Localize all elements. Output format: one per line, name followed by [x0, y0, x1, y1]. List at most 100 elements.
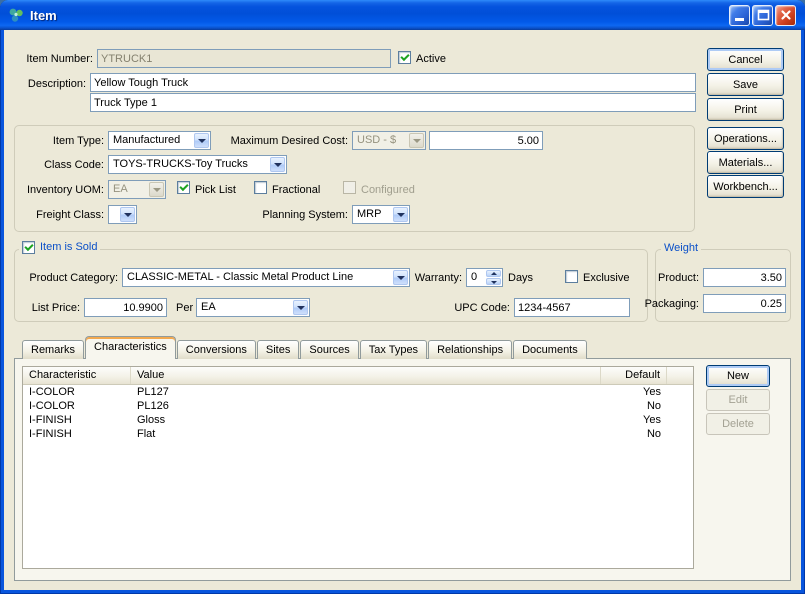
table-header[interactable]: Characteristic Value Default — [23, 367, 693, 385]
chevron-down-icon[interactable] — [393, 270, 408, 285]
table-row[interactable]: I-FINISH Flat No — [23, 427, 693, 441]
tab-sites[interactable]: Sites — [257, 340, 299, 359]
description-label: Description: — [6, 77, 86, 91]
spinner-down-icon[interactable] — [486, 278, 501, 285]
planning-system-value: MRP — [357, 207, 390, 222]
product-category-label: Product Category: — [18, 271, 118, 285]
cell-default: No — [601, 427, 667, 441]
cell-default: Yes — [601, 385, 667, 399]
cell-characteristic: I-COLOR — [23, 385, 131, 399]
inventory-uom-value: EA — [113, 182, 146, 197]
active-checkbox[interactable] — [398, 51, 411, 64]
delete-button: Delete — [706, 413, 770, 435]
column-header-value[interactable]: Value — [131, 367, 601, 384]
freight-class-label: Freight Class: — [18, 208, 104, 222]
tab-documents[interactable]: Documents — [513, 340, 587, 359]
column-header-filler — [667, 367, 693, 384]
tab-remarks[interactable]: Remarks — [22, 340, 84, 359]
item-number-field[interactable] — [97, 49, 391, 68]
dialog-body: Item Number: Active Description: Cancel … — [4, 30, 801, 590]
inventory-uom-select: EA — [108, 180, 166, 199]
chevron-down-icon[interactable] — [194, 133, 209, 148]
close-button[interactable] — [775, 5, 796, 26]
item-window: Item Item Number: Active Description: Ca… — [0, 0, 805, 594]
maximize-button[interactable] — [752, 5, 773, 26]
price-uom-select[interactable]: EA — [196, 298, 310, 317]
new-button[interactable]: New — [706, 365, 770, 387]
cell-default: No — [601, 399, 667, 413]
save-button[interactable]: Save — [707, 73, 784, 96]
list-price-field[interactable] — [84, 298, 167, 317]
pick-list-label: Pick List — [195, 183, 236, 197]
currency-value: USD - $ — [357, 133, 406, 148]
chevron-down-icon — [409, 133, 424, 148]
configured-label: Configured — [361, 183, 415, 197]
item-number-label: Item Number: — [13, 52, 93, 66]
product-category-value: CLASSIC-METAL - Classic Metal Product Li… — [127, 270, 390, 285]
cell-characteristic: I-FINISH — [23, 413, 131, 427]
exclusive-checkbox[interactable] — [565, 270, 578, 283]
days-label: Days — [508, 271, 533, 285]
cell-value: PL126 — [131, 399, 601, 413]
tab-sources[interactable]: Sources — [300, 340, 358, 359]
warranty-value: 0 — [471, 270, 477, 285]
weight-packaging-field[interactable] — [703, 294, 786, 313]
cell-default: Yes — [601, 413, 667, 427]
table-row[interactable]: I-COLOR PL126 No — [23, 399, 693, 413]
price-uom-value: EA — [201, 300, 290, 315]
cell-characteristic: I-COLOR — [23, 399, 131, 413]
workbench-button[interactable]: Workbench... — [707, 175, 784, 198]
currency-select: USD - $ — [352, 131, 426, 150]
list-price-label: List Price: — [22, 301, 80, 315]
operations-button[interactable]: Operations... — [707, 127, 784, 150]
max-desired-cost-label: Maximum Desired Cost: — [222, 134, 348, 148]
description-field-1[interactable] — [90, 73, 696, 92]
planning-system-select[interactable]: MRP — [352, 205, 410, 224]
print-button[interactable]: Print — [707, 98, 784, 121]
column-header-default[interactable]: Default — [601, 367, 667, 384]
titlebar[interactable]: Item — [0, 0, 805, 30]
weight-title: Weight — [664, 241, 698, 256]
tab-tax-types[interactable]: Tax Types — [360, 340, 427, 359]
freight-class-select[interactable] — [108, 205, 137, 224]
maximize-icon — [753, 5, 772, 26]
fractional-label: Fractional — [272, 183, 320, 197]
weight-product-field[interactable] — [703, 268, 786, 287]
tab-conversions[interactable]: Conversions — [177, 340, 256, 359]
cancel-button[interactable]: Cancel — [707, 48, 784, 71]
planning-system-label: Planning System: — [242, 208, 348, 222]
edit-button: Edit — [706, 389, 770, 411]
description-field-2[interactable] — [90, 93, 696, 112]
minimize-button[interactable] — [729, 5, 750, 26]
app-icon — [8, 7, 24, 23]
item-is-sold-checkbox[interactable] — [22, 241, 35, 254]
item-type-label: Item Type: — [18, 134, 104, 148]
chevron-down-icon[interactable] — [293, 300, 308, 315]
fractional-checkbox[interactable] — [254, 181, 267, 194]
inventory-uom-label: Inventory UOM: — [8, 183, 104, 197]
materials-button[interactable]: Materials... — [707, 151, 784, 174]
upc-code-field[interactable] — [514, 298, 630, 317]
cell-characteristic: I-FINISH — [23, 427, 131, 441]
chevron-down-icon[interactable] — [120, 207, 135, 222]
tab-bar: Remarks Characteristics Conversions Site… — [22, 336, 588, 359]
class-code-select[interactable]: TOYS-TRUCKS-Toy Trucks — [108, 155, 287, 174]
warranty-spinner[interactable]: 0 — [466, 268, 503, 287]
item-is-sold-legend: Item is Sold — [19, 240, 100, 255]
tab-characteristics[interactable]: Characteristics — [85, 336, 176, 359]
table-row[interactable]: I-FINISH Gloss Yes — [23, 413, 693, 427]
table-row[interactable]: I-COLOR PL127 Yes — [23, 385, 693, 399]
tab-relationships[interactable]: Relationships — [428, 340, 512, 359]
weight-legend: Weight — [661, 241, 701, 256]
column-header-characteristic[interactable]: Characteristic — [23, 367, 131, 384]
pick-list-checkbox[interactable] — [177, 181, 190, 194]
item-type-select[interactable]: Manufactured — [108, 131, 211, 150]
class-code-value: TOYS-TRUCKS-Toy Trucks — [113, 157, 267, 172]
product-category-select[interactable]: CLASSIC-METAL - Classic Metal Product Li… — [122, 268, 410, 287]
characteristics-table[interactable]: Characteristic Value Default I-COLOR PL1… — [22, 366, 694, 569]
close-icon — [776, 5, 795, 26]
max-desired-cost-field[interactable] — [429, 131, 543, 150]
chevron-down-icon[interactable] — [270, 157, 285, 172]
chevron-down-icon[interactable] — [393, 207, 408, 222]
spinner-up-icon[interactable] — [486, 270, 501, 277]
